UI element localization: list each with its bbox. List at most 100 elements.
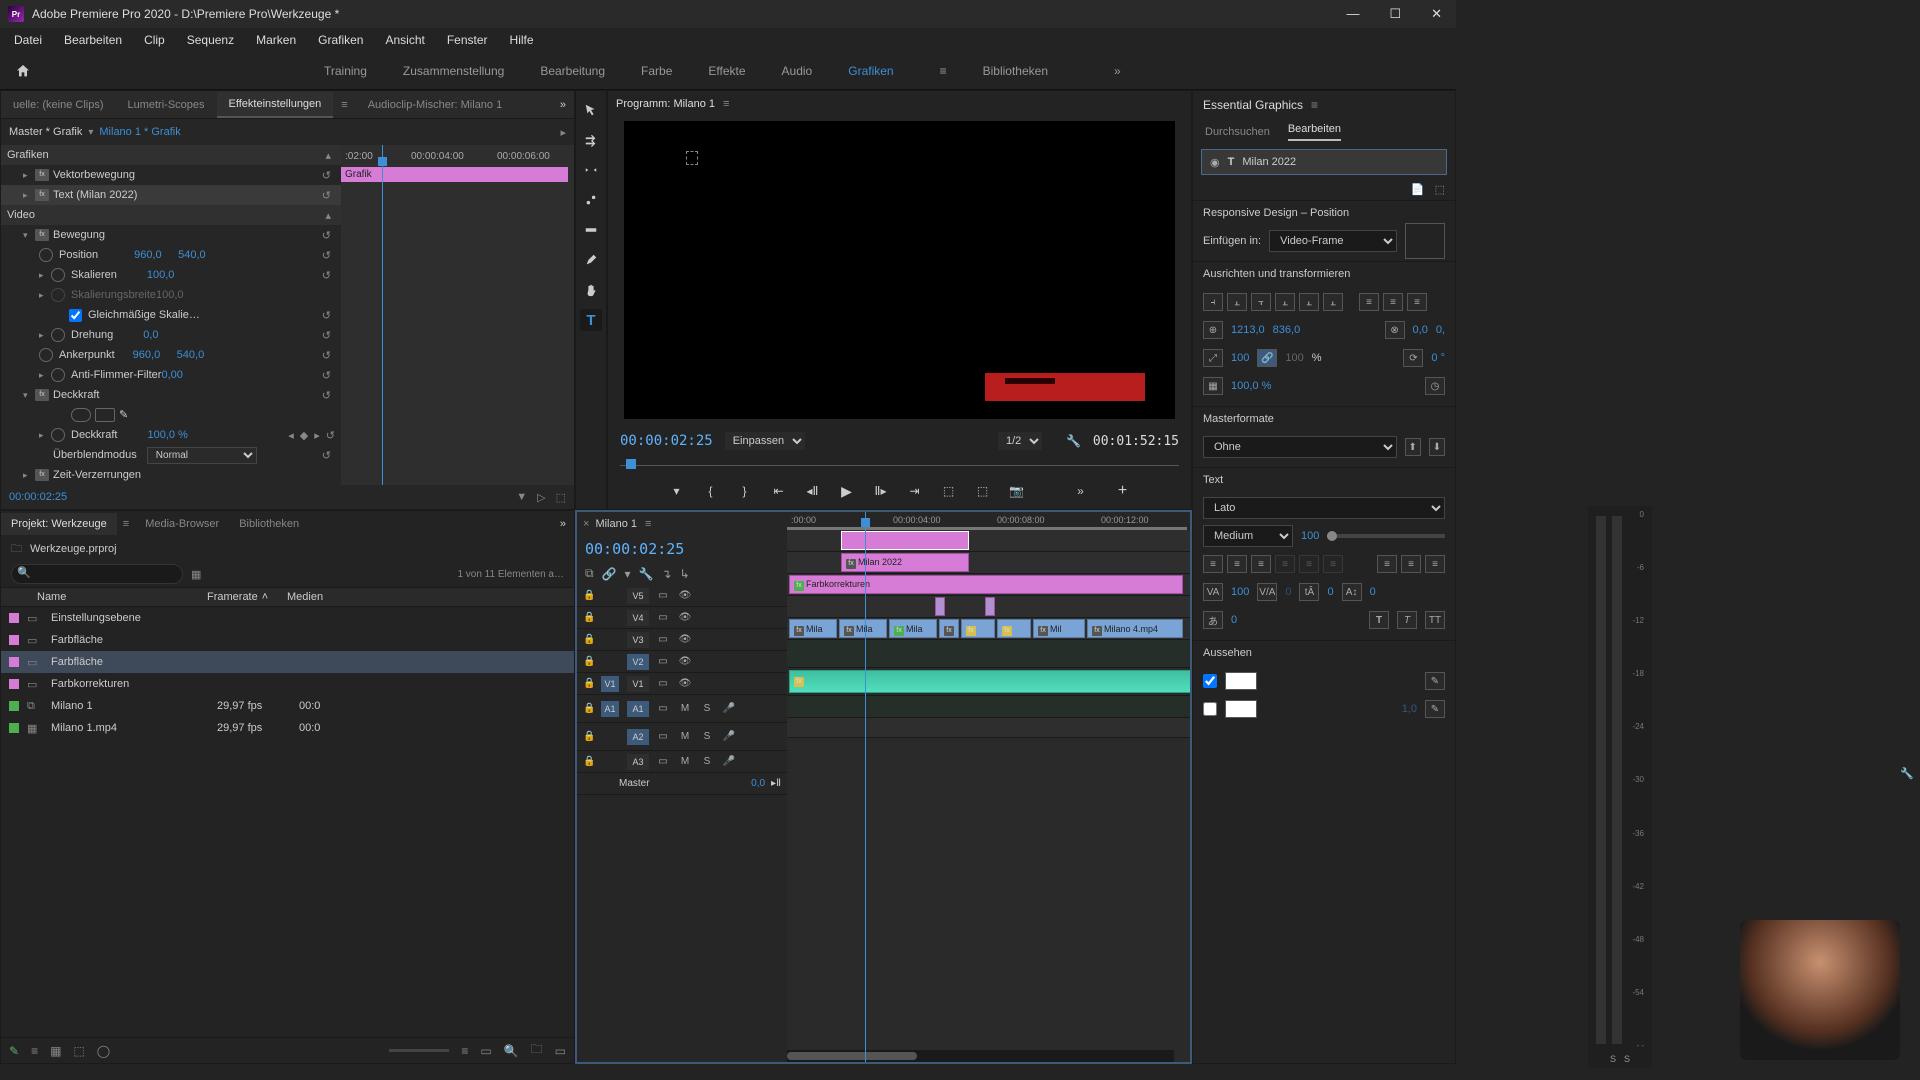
mark-out-button[interactable]: } — [735, 481, 755, 501]
eyedropper-icon[interactable]: ✎ — [1425, 672, 1445, 690]
lane-a3[interactable] — [787, 696, 1190, 718]
twirl-icon[interactable]: ▸ — [23, 170, 35, 181]
label-swatch[interactable] — [9, 679, 19, 689]
download-icon[interactable]: ⬇ — [1429, 438, 1445, 456]
distribute-v-icon[interactable]: ≡ — [1383, 293, 1403, 311]
project-item[interactable]: ▭Farbfläche — [1, 629, 574, 651]
tab-lumetri-scopes[interactable]: Lumetri-Scopes — [115, 93, 216, 117]
export-frame-button[interactable]: 📷 — [1007, 481, 1027, 501]
selection-tool[interactable] — [580, 99, 602, 121]
lane-a1[interactable] — [787, 640, 1190, 668]
font-size[interactable]: 100 — [1301, 530, 1319, 542]
label-swatch[interactable] — [9, 635, 19, 645]
step-forward-button[interactable]: Ⅱ▸ — [871, 481, 891, 501]
uniform-scale-checkbox[interactable] — [69, 309, 82, 322]
project-item[interactable]: ▦Milano 1.mp429,97 fps00:0 — [1, 717, 574, 739]
label-swatch[interactable] — [9, 613, 19, 623]
twirl-icon[interactable]: ▸ — [39, 430, 51, 441]
freeform-view-icon[interactable]: ⬚ — [73, 1044, 84, 1058]
program-scrub-bar[interactable] — [620, 457, 1179, 475]
add-marker-button[interactable]: ▾ — [667, 481, 687, 501]
prop-zeitverzerrungen[interactable]: Zeit-Verzerrungen — [53, 469, 141, 481]
reset-icon[interactable]: ↺ — [322, 369, 331, 382]
clip-audio[interactable]: fx — [789, 670, 1190, 693]
solo-indicator[interactable]: S — [1624, 1054, 1630, 1064]
eg-layer-item[interactable]: ◉ T Milan 2022 — [1201, 149, 1447, 175]
lock-icon[interactable]: 🔒 — [583, 756, 595, 767]
clip-video[interactable]: fxMila — [839, 619, 887, 638]
eyedropper-icon[interactable]: ✎ — [1425, 700, 1445, 718]
close-sequence-icon[interactable]: × — [583, 518, 589, 530]
mark-in-button[interactable]: { — [701, 481, 721, 501]
new-layer-icon[interactable]: 📄 — [1411, 183, 1425, 196]
project-item[interactable]: ▭Einstellungsebene — [1, 607, 574, 629]
fx-badge[interactable]: fx — [35, 229, 49, 241]
kerning-value[interactable]: 0 — [1285, 586, 1291, 598]
label-swatch[interactable] — [9, 701, 19, 711]
text-align-left-icon[interactable]: ≡ — [1203, 555, 1223, 573]
track-output-icon[interactable]: ▭ — [655, 702, 671, 716]
anker-x[interactable]: 960,0 — [133, 349, 177, 361]
text-align-justify2-icon[interactable]: ≡ — [1299, 555, 1319, 573]
close-button[interactable]: ✕ — [1425, 4, 1448, 24]
text-valign-top-icon[interactable]: ≡ — [1377, 555, 1397, 573]
reset-icon[interactable]: ↺ — [322, 249, 331, 262]
voice-record-icon[interactable]: 🎤 — [721, 730, 737, 744]
pos-x[interactable]: 1213,0 — [1231, 324, 1265, 336]
reset-icon[interactable]: ↺ — [326, 429, 335, 442]
pos-y[interactable]: 836,0 — [1273, 324, 1301, 336]
twirl-icon[interactable]: ▸ — [39, 330, 51, 341]
master-clip-label[interactable]: Master * Grafik — [9, 126, 82, 138]
align-left-icon[interactable]: ⫞ — [1203, 293, 1223, 311]
reset-icon[interactable]: ↺ — [322, 189, 331, 202]
stopwatch-icon[interactable] — [39, 348, 53, 362]
marker-icon[interactable]: ▾ — [625, 567, 631, 581]
extract-button[interactable]: ⬚ — [973, 481, 993, 501]
stopwatch-icon[interactable] — [51, 268, 65, 282]
panel-menu-icon[interactable]: ≡ — [645, 518, 651, 530]
clip-adjustment[interactable]: fxFarbkorrekturen — [789, 575, 1183, 594]
drehung-value[interactable]: 0,0 — [143, 329, 187, 341]
minimize-button[interactable]: — — [1340, 4, 1365, 24]
pin-to-select[interactable]: Video-Frame — [1269, 230, 1397, 252]
tsume-value[interactable]: 0 — [1231, 614, 1237, 626]
filter-icon[interactable]: ▦ — [191, 568, 201, 581]
font-size-slider[interactable] — [1327, 534, 1445, 538]
solo-button[interactable]: S — [699, 755, 715, 769]
sequence-tab[interactable]: Milano 1 — [595, 518, 637, 530]
leading-value[interactable]: 0 — [1327, 586, 1333, 598]
fit-select[interactable]: Einpassen — [725, 432, 805, 450]
next-keyframe-icon[interactable]: ▸ — [314, 429, 320, 442]
track-v1[interactable]: V1 — [627, 676, 649, 692]
twirl-icon[interactable]: ▸ — [39, 370, 51, 381]
reset-icon[interactable]: ↺ — [322, 349, 331, 362]
track-output-icon[interactable]: ▭ — [655, 611, 671, 625]
stroke-color-swatch[interactable] — [1225, 700, 1257, 718]
automate-icon[interactable]: ▭ — [480, 1044, 491, 1058]
src-patch[interactable] — [601, 632, 619, 648]
label-swatch[interactable] — [9, 657, 19, 667]
stopwatch-icon[interactable] — [51, 428, 65, 442]
overwrite-icon[interactable]: ↳ — [680, 567, 690, 581]
clip-video[interactable]: fxMila — [889, 619, 937, 638]
add-keyframe-icon[interactable]: ◆ — [300, 429, 308, 442]
new-bin-icon[interactable]: 🗀 — [531, 1040, 543, 1061]
project-item[interactable]: ▭Farbkorrekturen — [1, 673, 574, 695]
anchor-x[interactable]: 0,0 — [1413, 324, 1428, 336]
solo-button[interactable]: S — [699, 702, 715, 716]
clip-video[interactable]: fxMil — [1033, 619, 1085, 638]
program-viewer[interactable] — [624, 121, 1175, 419]
resolution-select[interactable]: 1/2 — [998, 432, 1042, 450]
stroke-width[interactable]: 1,0 — [1402, 703, 1417, 715]
lane-v1[interactable]: fxMila fxMila fxMila fx fx fx fxMil fxMi… — [787, 618, 1190, 640]
ec-playhead[interactable] — [382, 145, 383, 485]
panel-menu-icon[interactable]: ≡ — [117, 518, 135, 530]
expand-icon[interactable]: » — [552, 518, 574, 530]
menu-datei[interactable]: Datei — [4, 30, 52, 50]
pin-diagram[interactable] — [1405, 223, 1445, 259]
track-visibility-icon[interactable]: 👁 — [677, 589, 693, 603]
stopwatch-icon[interactable] — [39, 248, 53, 262]
find-icon[interactable]: 🔍 — [504, 1044, 519, 1058]
clip-title[interactable]: fxMilan 2022 — [841, 553, 969, 572]
distribute-3-icon[interactable]: ≡ — [1407, 293, 1427, 311]
